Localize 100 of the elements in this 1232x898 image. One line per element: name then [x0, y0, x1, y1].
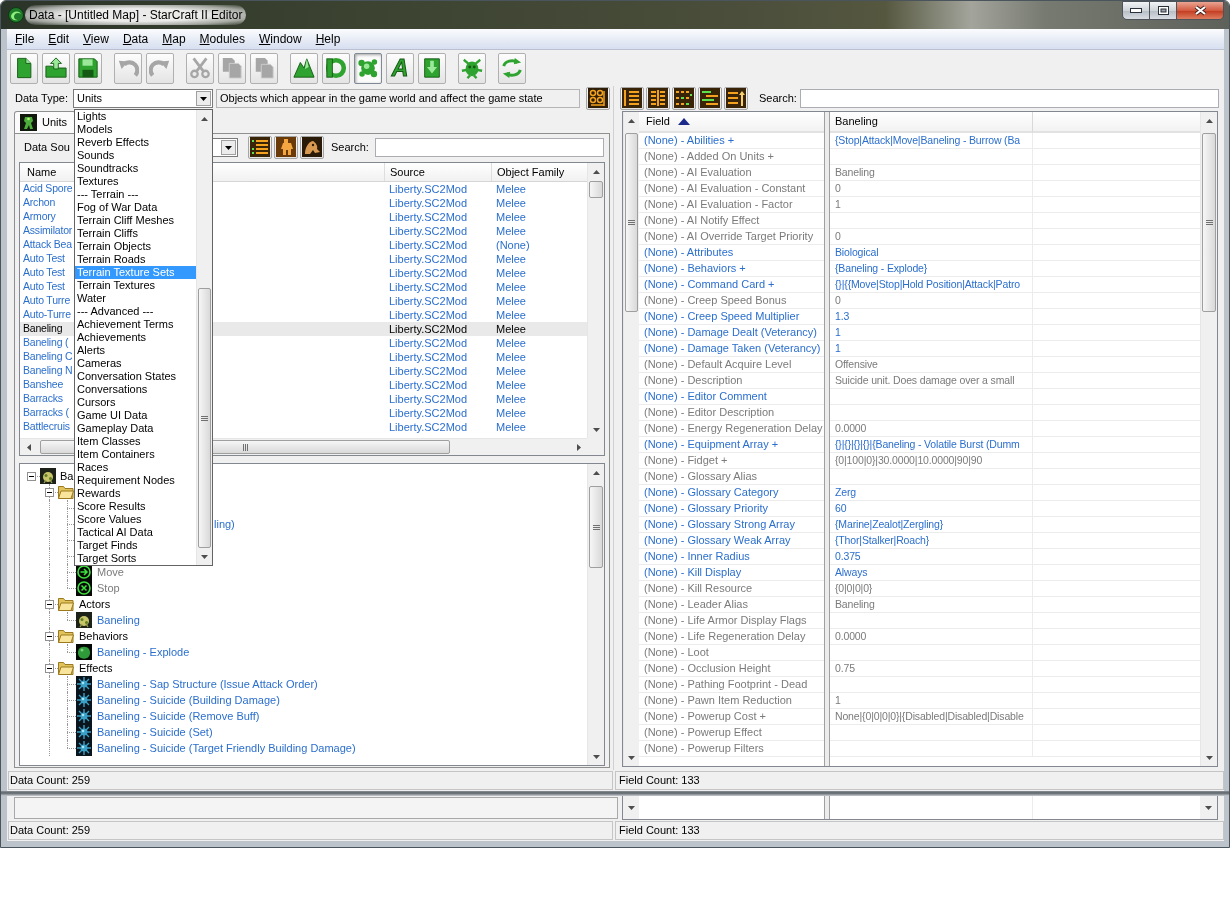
- tree-item[interactable]: Baneling: [97, 611, 140, 629]
- dropdown-item[interactable]: Sounds: [75, 149, 196, 162]
- search-field[interactable]: [800, 88, 1219, 108]
- tree-item[interactable]: Baneling - Explode: [97, 643, 190, 661]
- dropdown-item[interactable]: Target Finds: [75, 539, 196, 552]
- dropdown-item[interactable]: Lights: [75, 110, 196, 123]
- vertical-scrollbar[interactable]: [196, 110, 212, 565]
- dropdown-item[interactable]: Item Containers: [75, 448, 196, 461]
- down-arrow-icon[interactable]: [592, 427, 600, 432]
- data-source-combo[interactable]: [213, 137, 238, 157]
- up-arrow-icon[interactable]: [201, 116, 208, 121]
- tree-item[interactable]: Ba: [60, 467, 74, 485]
- toolbar-button[interactable]: [74, 52, 102, 84]
- dropdown-item[interactable]: Textures: [75, 175, 196, 188]
- minus-box-icon[interactable]: [26, 471, 36, 481]
- scroll-thumb[interactable]: [589, 486, 603, 568]
- dropdown-item[interactable]: Score Values: [75, 513, 196, 526]
- dropdown-item[interactable]: Gameplay Data: [75, 422, 196, 435]
- toolbar-button[interactable]: [620, 86, 644, 110]
- dropdown-item[interactable]: Conversations: [75, 383, 196, 396]
- toolbar-button[interactable]: [248, 135, 272, 159]
- close-button[interactable]: [1177, 1, 1224, 20]
- dropdown-item[interactable]: Terrain Cliff Meshes: [75, 214, 196, 227]
- tree-item[interactable]: ling): [214, 515, 235, 533]
- menu-item[interactable]: Help: [308, 29, 348, 49]
- tree-item[interactable]: Baneling - Sap Structure (Issue Attack Order): [97, 675, 318, 693]
- tree-item[interactable]: Behaviors: [79, 627, 128, 645]
- column-header[interactable]: Source: [384, 163, 491, 181]
- menu-item[interactable]: File: [8, 29, 42, 49]
- menu-item[interactable]: View: [76, 29, 116, 49]
- down-arrow-icon[interactable]: [627, 805, 635, 810]
- left-arrow-icon[interactable]: [26, 443, 31, 451]
- dropdown-item[interactable]: Target Sorts: [75, 552, 196, 565]
- dropdown-item[interactable]: Terrain Roads: [75, 253, 196, 266]
- vertical-scrollbar[interactable]: [587, 163, 604, 438]
- dropdown-item[interactable]: Races: [75, 461, 196, 474]
- dropdown-item[interactable]: Fog of War Data: [75, 201, 196, 214]
- menu-item[interactable]: Map: [155, 29, 193, 49]
- vertical-scrollbar[interactable]: [587, 464, 604, 765]
- search-field[interactable]: [375, 137, 604, 157]
- menu-item[interactable]: Edit: [41, 29, 77, 49]
- tree-item[interactable]: Stop: [97, 579, 120, 597]
- vertical-scrollbar[interactable]: [1200, 112, 1217, 766]
- down-arrow-icon[interactable]: [628, 755, 635, 760]
- up-arrow-icon[interactable]: [592, 470, 600, 475]
- scroll-thumb[interactable]: [198, 288, 211, 548]
- dropdown-item[interactable]: Models: [75, 123, 196, 136]
- menu-item[interactable]: Window: [251, 29, 309, 49]
- down-arrow-icon[interactable]: [201, 554, 208, 559]
- dropdown-item[interactable]: Soundtracks: [75, 162, 196, 175]
- dropdown-item[interactable]: Item Classes: [75, 435, 196, 448]
- dropdown-item[interactable]: Terrain Objects: [75, 240, 196, 253]
- minus-box-icon[interactable]: [44, 663, 54, 673]
- menu-item[interactable]: Modules: [192, 29, 252, 49]
- scroll-thumb[interactable]: [589, 181, 603, 198]
- dropdown-item[interactable]: Alerts: [75, 344, 196, 357]
- dropdown-item[interactable]: Reverb Effects: [75, 136, 196, 149]
- menu-item[interactable]: Data: [115, 29, 156, 49]
- down-arrow-icon[interactable]: [1205, 805, 1212, 810]
- right-arrow-icon[interactable]: [576, 443, 581, 451]
- tree-item[interactable]: Baneling - Suicide (Remove Buff): [97, 707, 260, 725]
- toolbar-button[interactable]: [274, 135, 298, 159]
- maximize-button[interactable]: [1150, 1, 1177, 20]
- vertical-scrollbar[interactable]: [623, 112, 639, 766]
- minus-box-icon[interactable]: [44, 631, 54, 641]
- toolbar-button[interactable]: [646, 86, 670, 110]
- toolbar-button[interactable]: [672, 86, 696, 110]
- data-type-combo[interactable]: Units: [73, 88, 213, 108]
- tree-item[interactable]: Baneling - Suicide (Target Friendly Building Damage): [97, 739, 356, 757]
- minus-box-icon[interactable]: [44, 599, 54, 609]
- dropdown-item[interactable]: Water: [75, 292, 196, 305]
- dropdown-item[interactable]: Cursors: [75, 396, 196, 409]
- dropdown-item[interactable]: --- Terrain ---: [75, 188, 196, 201]
- down-arrow-icon[interactable]: [1205, 755, 1213, 760]
- minimize-button[interactable]: [1122, 1, 1150, 20]
- tree-item[interactable]: Effects: [79, 659, 113, 677]
- dropdown-item[interactable]: Conversation States: [75, 370, 196, 383]
- column-header[interactable]: Name: [27, 163, 57, 181]
- dropdown-item[interactable]: Terrain Textures: [75, 279, 196, 292]
- dropdown-item[interactable]: Cameras: [75, 357, 196, 370]
- dropdown-item[interactable]: Requirement Nodes: [75, 474, 196, 487]
- toolbar-button[interactable]: [724, 86, 748, 110]
- tree-item[interactable]: Baneling - Suicide (Set): [97, 723, 213, 741]
- toolbar-button[interactable]: [300, 135, 324, 159]
- down-arrow-icon[interactable]: [592, 754, 600, 759]
- dropdown-item[interactable]: Tactical AI Data: [75, 526, 196, 539]
- tree-item[interactable]: Baneling - Suicide (Building Damage): [97, 691, 280, 709]
- toolbar-button[interactable]: [10, 52, 38, 84]
- dropdown-item[interactable]: Score Results: [75, 500, 196, 513]
- tree-item[interactable]: Actors: [79, 595, 111, 613]
- scroll-thumb[interactable]: [625, 133, 638, 312]
- dropdown-item[interactable]: Terrain Cliffs: [75, 227, 196, 240]
- minus-box-icon[interactable]: [44, 487, 54, 497]
- dropdown-item[interactable]: Rewards: [75, 487, 196, 500]
- tab[interactable]: Units: [14, 111, 77, 133]
- dropdown-item[interactable]: Game UI Data: [75, 409, 196, 422]
- up-arrow-icon[interactable]: [628, 118, 635, 123]
- scroll-thumb[interactable]: [1202, 133, 1216, 312]
- toolbar-button[interactable]: [586, 86, 610, 110]
- toolbar-button[interactable]: [698, 86, 722, 110]
